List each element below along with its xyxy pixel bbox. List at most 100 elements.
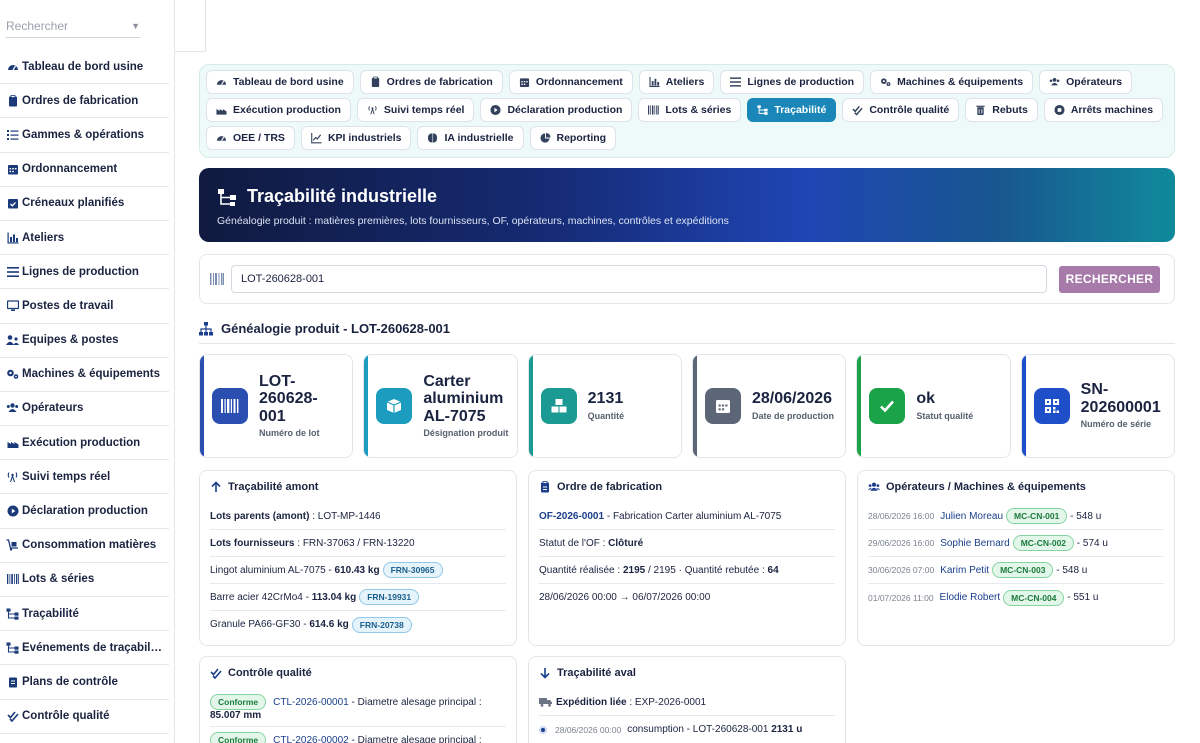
- kpi-label: Quantité: [587, 410, 625, 421]
- sidebar-item-suivi-temps-reel[interactable]: Suivi temps réel: [0, 460, 169, 495]
- tab-label: Ordres de fabrication: [386, 76, 493, 88]
- tab-machines-equipements[interactable]: Machines & équipements: [870, 70, 1034, 94]
- kpi-accent-bar: [1021, 355, 1026, 457]
- tab-controle-qualite[interactable]: Contrôle qualité: [842, 98, 960, 122]
- tab-reporting[interactable]: Reporting: [529, 126, 617, 150]
- sidebar-item-ordonnancement[interactable]: Ordonnancement: [0, 153, 169, 187]
- tab-label: Lots & séries: [665, 104, 732, 116]
- sidebar-item-machines-equipements[interactable]: Machines & équipements: [0, 358, 169, 392]
- kpi-label: Numéro de lot: [259, 428, 320, 438]
- barcode-icon: [648, 105, 660, 116]
- of-status-label: Statut de l'OF: [539, 537, 600, 549]
- tab-oee-trs[interactable]: OEE / TRS: [206, 126, 295, 150]
- sitemap-icon: [757, 105, 768, 116]
- supplier-lot-badge[interactable]: FRN-19931: [359, 589, 420, 605]
- sidebar-item-label: Contrôle qualité: [22, 710, 110, 723]
- of-qty-row: Quantité réalisée : 2195 / 2195 · Quanti…: [539, 557, 835, 584]
- gauge-icon: [216, 133, 227, 144]
- operator-qty: 548 u: [1076, 510, 1102, 522]
- factory-icon: [6, 436, 19, 449]
- kpi-accent-bar: [692, 355, 697, 457]
- tab-operateurs[interactable]: Opérateurs: [1039, 70, 1133, 94]
- chevron-down-icon: ▼: [131, 21, 140, 31]
- kpi-text: 2131 Quantité: [588, 390, 625, 422]
- sidebar-item-operateurs[interactable]: Opérateurs: [0, 392, 169, 427]
- chart-bar-icon: [6, 231, 19, 244]
- sidebar-item-evenements-de-tracabilite[interactable]: Événements de traçabilité: [0, 631, 169, 666]
- sidebar-search-select[interactable]: Rechercher ▼: [6, 14, 140, 38]
- sidebar-item-tableau-de-bord-usine[interactable]: Tableau de bord usine: [0, 50, 169, 85]
- users-icon: [868, 481, 880, 493]
- supplier-lot-badge[interactable]: FRN-30965: [382, 562, 443, 578]
- tab-lots-series[interactable]: Lots & séries: [638, 98, 742, 122]
- sidebar-item-gammes-operations[interactable]: Gammes & opérations: [0, 118, 169, 153]
- tab-kpi-industriels[interactable]: KPI industriels: [300, 126, 412, 150]
- sidebar-item-label: Événements de traçabilité: [22, 641, 163, 654]
- tab-ordres-de-fabrication[interactable]: Ordres de fabrication: [359, 70, 503, 94]
- tab-declaration-production[interactable]: Déclaration production: [480, 98, 633, 122]
- sidebar-item-lots-series[interactable]: Lots & séries: [0, 563, 169, 597]
- upstream-card-header: Traçabilité amont: [210, 479, 506, 495]
- tab-ia-industrielle[interactable]: IA industrielle: [417, 126, 524, 150]
- top-collapse-box[interactable]: [175, 0, 206, 52]
- machine-badge[interactable]: MC-CN-002: [1012, 535, 1075, 551]
- sidebar-item-plans-de-controle[interactable]: Plans de contrôle: [0, 665, 169, 700]
- control-id[interactable]: CTL-2026-00002: [273, 735, 349, 743]
- broadcast-icon: [367, 105, 378, 116]
- kpi-accent-bar: [364, 355, 369, 457]
- main-content: Tableau de bord usine Ordres de fabricati…: [199, 64, 1175, 743]
- sidebar-item-equipes-postes[interactable]: Équipes & postes: [0, 324, 169, 358]
- quality-status-badge: Conforme: [210, 732, 267, 743]
- lot-search-input[interactable]: LOT-260628-001: [231, 265, 1047, 293]
- kpi-accent-bar: [200, 355, 204, 457]
- sidebar-item-lignes-de-production[interactable]: Lignes de production: [0, 255, 169, 290]
- event-type: consumption: [627, 724, 684, 735]
- sidebar-item-tracabilite[interactable]: Traçabilité: [0, 597, 169, 632]
- control-id[interactable]: CTL-2026-00001: [273, 697, 349, 708]
- sidebar-item-ateliers[interactable]: Ateliers: [0, 221, 169, 256]
- lines-icon: [730, 77, 742, 88]
- kpi-text: Carter aluminium AL-7075 Désignation prod…: [423, 373, 508, 440]
- machine-badge[interactable]: MC-CN-001: [1006, 508, 1068, 524]
- sidebar-item-consommation-matieres[interactable]: Consommation matières: [0, 529, 169, 563]
- operator-row: 30/06/2026 07:00 Karim Petit MC-CN-003 - 5…: [868, 557, 1164, 584]
- tab-rebuts[interactable]: Rebuts: [965, 98, 1038, 122]
- of-card-header: Ordre de fabrication: [539, 479, 835, 495]
- sidebar-item-controle-qualite[interactable]: Contrôle qualité: [0, 700, 169, 734]
- supplier-lot-badge[interactable]: FRN-20738: [351, 616, 412, 633]
- sidebar-item-declaration-production[interactable]: Déclaration production: [0, 494, 169, 529]
- lines-icon: [6, 265, 19, 278]
- sidebar-item-creneaux-planifies[interactable]: Créneaux planifiés: [0, 187, 169, 221]
- tab-ordonnancement[interactable]: Ordonnancement: [508, 70, 633, 94]
- tab-lignes-de-production[interactable]: Lignes de production: [720, 70, 865, 94]
- sidebar-item-label: Opérateurs: [22, 402, 84, 415]
- hero-title-row: Traçabilité industrielle: [217, 186, 1157, 207]
- quality-card: Contrôle qualité Conforme CTL-2026-00001 …: [199, 656, 517, 743]
- kpi-label: Statut qualité: [916, 410, 974, 421]
- operator-timestamp: 29/06/2026 16:00: [868, 538, 935, 548]
- tab-label: Arrêts machines: [1070, 104, 1154, 116]
- dolly-icon: [6, 539, 19, 552]
- tab-label: Rebuts: [992, 104, 1028, 116]
- of-id-link[interactable]: OF-2026-0001: [539, 511, 604, 522]
- tab-execution-production[interactable]: Exécution production: [206, 98, 351, 122]
- material-qty: 113.04 kg: [311, 591, 357, 603]
- sidebar-item-ordres-de-fabrication[interactable]: Ordres de fabrication: [0, 84, 169, 119]
- tab-suivi-temps-reel[interactable]: Suivi temps réel: [356, 98, 475, 122]
- sidebar-item-postes-de-travail[interactable]: Postes de travail: [0, 289, 169, 324]
- sidebar-item-execution-production[interactable]: Exécution production: [0, 426, 169, 461]
- operators-title: Opérateurs / Machines & équipements: [886, 481, 1086, 493]
- machine-badge[interactable]: MC-CN-003: [992, 562, 1054, 578]
- kpi-text: ok Statut qualité: [916, 390, 973, 422]
- tab-ateliers[interactable]: Ateliers: [638, 70, 715, 94]
- tab-tracabilite[interactable]: Traçabilité: [747, 98, 837, 122]
- machine-badge[interactable]: MC-CN-004: [1003, 589, 1065, 606]
- operator-name: Elodie Robert: [939, 592, 1001, 603]
- tab-arrets-machines[interactable]: Arrêts machines: [1043, 98, 1164, 122]
- search-button[interactable]: RECHERCHER: [1059, 265, 1160, 293]
- kpi-card: Carter aluminium AL-7075 Désignation prod…: [363, 354, 518, 458]
- tab-tableau-de-bord-usine[interactable]: Tableau de bord usine: [206, 70, 354, 94]
- gears-icon: [880, 77, 891, 88]
- sitemap-icon: [217, 187, 237, 207]
- trace-cards: Traçabilité amont Lots parents (amont) :…: [199, 470, 1175, 743]
